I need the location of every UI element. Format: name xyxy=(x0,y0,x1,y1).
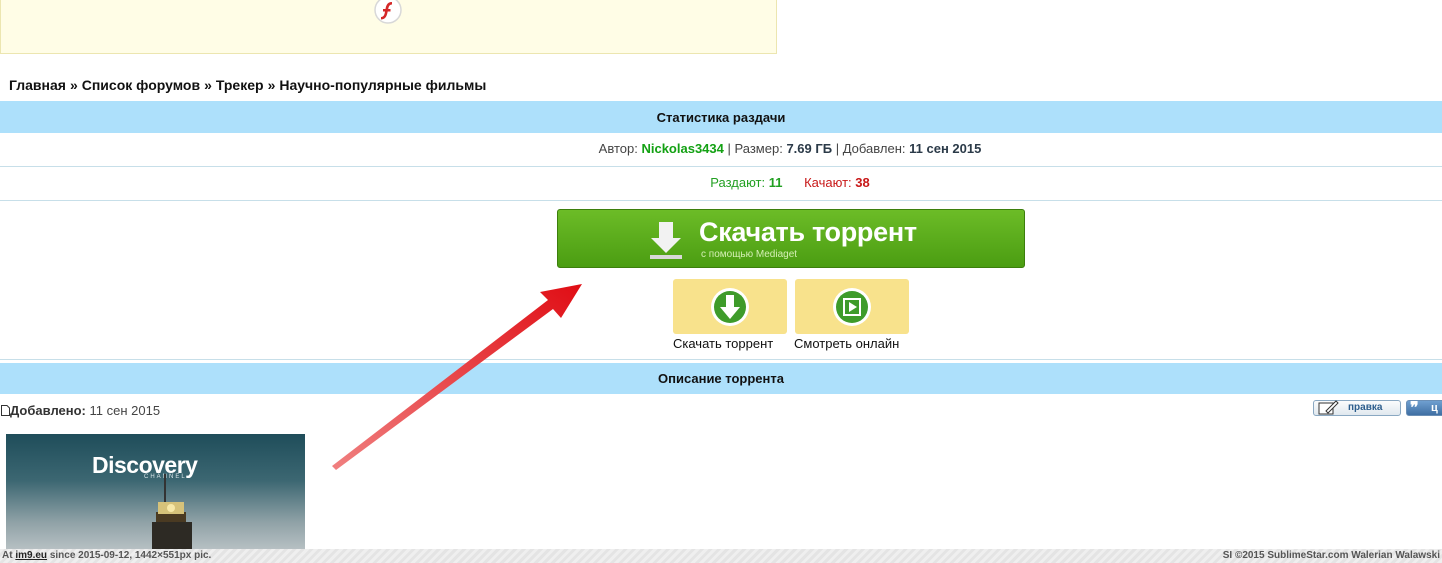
leechers: Качают: 38 xyxy=(804,175,870,190)
document-icon xyxy=(1,405,10,416)
breadcrumb-forums[interactable]: Список форумов xyxy=(82,77,200,93)
leechers-label: Качают: xyxy=(804,175,852,190)
download-torrent-tile[interactable] xyxy=(673,279,787,334)
size-value: 7.69 ГБ xyxy=(786,141,833,156)
edit-button-label: правка xyxy=(1348,402,1383,413)
breadcrumb-separator: » xyxy=(69,77,78,93)
author-label: Автор: xyxy=(598,141,638,156)
footer-left: At im9.eu since 2015-09-12, 1442×551px p… xyxy=(2,550,211,561)
size-label: Размер: xyxy=(734,141,783,156)
divider: | xyxy=(835,141,840,156)
watch-tile-label[interactable]: Смотреть онлайн xyxy=(794,336,899,351)
added-label: Добавлен: xyxy=(842,141,906,156)
breadcrumb-tracker[interactable]: Трекер xyxy=(216,77,264,93)
download-tile-label[interactable]: Скачать торрент xyxy=(673,336,773,351)
divider-line xyxy=(0,166,1442,167)
leechers-count: 38 xyxy=(855,175,870,190)
breadcrumb-category[interactable]: Научно-популярные фильмы xyxy=(279,77,486,93)
play-film-icon xyxy=(833,288,871,326)
release-info-row: Автор: Nickolas3434 | Размер: 7.69 ГБ | … xyxy=(0,141,1442,156)
footer-prefix: At xyxy=(2,550,13,561)
flash-icon xyxy=(374,0,402,24)
breadcrumb-separator: » xyxy=(204,77,212,93)
quote-button-label: ц xyxy=(1431,402,1438,414)
seeders-label: Раздают: xyxy=(710,175,766,190)
quote-icon: ❞ xyxy=(1410,400,1419,416)
download-arrow-icon xyxy=(650,222,682,259)
footer-left-text: since 2015-09-12, 1442×551px pic. xyxy=(49,550,212,561)
post-added-date: 11 сен 2015 xyxy=(89,403,161,418)
post-added-label: Добавлено: xyxy=(10,403,86,418)
footer-right: SI ©2015 SublimeStar.com Walerian Walaws… xyxy=(1222,550,1440,561)
discovery-poster-image: Discovery CHANNEL xyxy=(6,434,305,551)
breadcrumb-separator: » xyxy=(267,77,276,93)
edit-button[interactable]: правка xyxy=(1313,400,1401,416)
peers-row: Раздают: 11 Качают: 38 xyxy=(0,175,1442,190)
post-added-line: Добавлено: 11 сен 2015 xyxy=(1,403,160,418)
lighthouse-graphic xyxy=(152,474,192,551)
author-link[interactable]: Nickolas3434 xyxy=(641,141,723,156)
seeders-count: 11 xyxy=(768,175,783,190)
watch-online-tile[interactable] xyxy=(795,279,909,334)
download-circle-icon xyxy=(711,288,749,326)
download-torrent-mediaget-button[interactable]: Скачать торрент с помощью Mediaget xyxy=(557,209,1025,268)
breadcrumb: Главная» Список форумов» Трекер» Научно-поп… xyxy=(9,77,486,93)
download-button-subtitle: с помощью Mediaget xyxy=(701,249,798,260)
quote-button[interactable]: ❞ ц xyxy=(1406,400,1442,416)
divider-line xyxy=(0,200,1442,201)
stats-header: Статистика раздачи xyxy=(0,101,1442,133)
footer-watermark: At im9.eu since 2015-09-12, 1442×551px p… xyxy=(0,549,1442,563)
footer-site-link[interactable]: im9.eu xyxy=(15,550,47,561)
seeders: Раздают: 11 xyxy=(710,175,782,190)
download-button-title: Скачать торрент xyxy=(699,217,917,247)
divider: | xyxy=(727,141,731,156)
breadcrumb-home[interactable]: Главная xyxy=(9,77,66,93)
added-value: 11 сен 2015 xyxy=(909,141,982,156)
pencil-icon xyxy=(1318,400,1339,415)
divider-line xyxy=(0,359,1442,360)
description-header: Описание торрента xyxy=(0,363,1442,394)
